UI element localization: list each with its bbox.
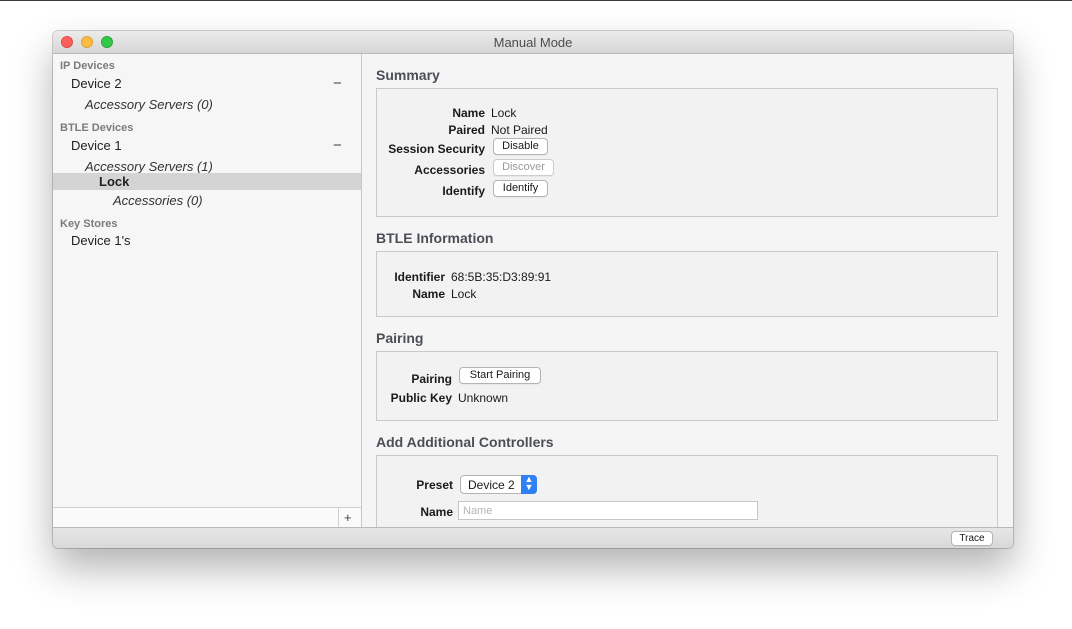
detail-pane: Summary Name Lock Paired Not Paired Sess…: [362, 54, 1013, 527]
accessories-label: Accessories: [414, 163, 485, 177]
trace-button[interactable]: Trace: [951, 531, 993, 546]
name-label: Name: [452, 106, 485, 120]
preset-select[interactable]: Device 2 ▲ ▼: [460, 475, 537, 494]
add-button[interactable]: +: [344, 510, 352, 525]
sidebar-item-lock-label: Lock: [99, 174, 130, 189]
identify-button[interactable]: Identify: [493, 180, 548, 197]
identify-label: Identify: [442, 184, 485, 198]
start-pairing-button[interactable]: Start Pairing: [459, 367, 541, 384]
controller-name-label: Name: [420, 505, 453, 519]
sidebar-header-key-stores: Key Stores: [60, 218, 118, 230]
paired-label: Paired: [448, 123, 485, 137]
controllers-section-title: Add Additional Controllers: [376, 434, 554, 450]
sidebar-item-device-1[interactable]: Device 1: [71, 138, 122, 153]
pairing-label: Pairing: [411, 372, 452, 386]
identifier-label: Identifier: [394, 270, 445, 284]
sidebar-item-device-2[interactable]: Device 2: [71, 76, 122, 91]
btle-name-value: Lock: [451, 287, 477, 301]
footer-divider: [338, 508, 339, 528]
sidebar-item-accessories[interactable]: Accessories (0): [113, 193, 203, 208]
public-key-value: Unknown: [458, 391, 509, 405]
sidebar: IP Devices Device 2 − Accessory Servers …: [53, 54, 362, 528]
preset-select-value: Device 2: [468, 478, 515, 492]
sidebar-header-btle-devices: BTLE Devices: [60, 122, 134, 134]
screen-top-border: [0, 0, 1072, 1]
name-value: Lock: [491, 106, 517, 120]
session-security-label: Session Security: [388, 142, 485, 156]
controller-name-input[interactable]: [458, 501, 758, 520]
sidebar-item-ip-accessory-servers[interactable]: Accessory Servers (0): [85, 97, 213, 112]
paired-value: Not Paired: [491, 123, 548, 137]
sidebar-item-btle-accessory-servers[interactable]: Accessory Servers (1): [85, 159, 213, 174]
bottom-bar: Trace: [53, 527, 1013, 548]
btle-name-label: Name: [412, 287, 445, 301]
title-bar: Manual Mode: [53, 31, 1013, 54]
sidebar-footer: +: [53, 507, 361, 528]
controllers-box: Preset Device 2 ▲ ▼ Name: [376, 455, 998, 527]
pairing-section-title: Pairing: [376, 330, 424, 346]
collapse-device-1-button[interactable]: −: [333, 137, 342, 154]
disable-button[interactable]: Disable: [493, 138, 548, 155]
app-window: Manual Mode IP Devices Device 2 − Access…: [53, 31, 1013, 548]
collapse-device-2-button[interactable]: −: [333, 75, 342, 92]
select-stepper-icon: ▲ ▼: [521, 475, 537, 494]
sidebar-item-key-store[interactable]: Device 1's: [71, 233, 131, 248]
sidebar-item-lock[interactable]: Lock: [53, 173, 361, 190]
window-title: Manual Mode: [493, 35, 573, 50]
preset-label: Preset: [416, 478, 453, 492]
identifier-value: 68:5B:35:D3:89:91: [451, 270, 552, 284]
btle-info-box: Identifier 68:5B:35:D3:89:91 Name Lock: [376, 251, 998, 317]
sidebar-header-ip-devices: IP Devices: [60, 60, 115, 72]
summary-box: Name Lock Paired Not Paired Session Secu…: [376, 88, 998, 217]
discover-button[interactable]: Discover: [493, 159, 554, 176]
btle-info-section-title: BTLE Information: [376, 230, 494, 246]
summary-section-title: Summary: [376, 67, 440, 83]
pairing-box: Pairing Start Pairing Public Key Unknown: [376, 351, 998, 421]
public-key-label: Public Key: [390, 391, 452, 405]
